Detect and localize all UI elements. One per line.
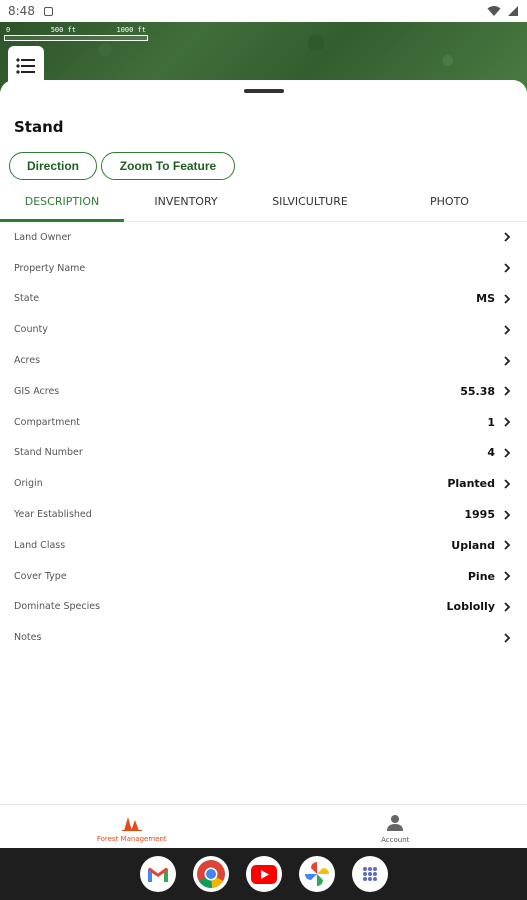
- nav-account[interactable]: Account: [264, 805, 527, 848]
- row-acres[interactable]: Acres: [0, 345, 527, 376]
- scale-label-start: 0: [6, 26, 11, 34]
- row-label: Property Name: [14, 262, 86, 274]
- chevron-right-icon: [504, 325, 511, 335]
- chevron-right-icon: [504, 479, 511, 489]
- chevron-right-icon: [504, 633, 511, 643]
- row-label: County: [14, 324, 48, 336]
- drag-handle[interactable]: [244, 89, 284, 93]
- row-value: MS: [476, 292, 495, 306]
- row-dominate-species[interactable]: Dominate Species Loblolly: [0, 592, 527, 623]
- row-label: Compartment: [14, 416, 81, 428]
- row-cover-type[interactable]: Cover Type Pine: [0, 561, 527, 592]
- row-year-established[interactable]: Year Established 1995: [0, 499, 527, 530]
- row-label: Land Class: [14, 539, 66, 551]
- wifi-icon: [487, 6, 501, 16]
- row-land-owner[interactable]: Land Owner: [0, 222, 527, 253]
- row-value: 1: [487, 415, 495, 429]
- row-label: Notes: [14, 632, 42, 644]
- row-value: 55.38: [460, 384, 495, 398]
- chevron-right-icon: [504, 448, 511, 458]
- chevron-right-icon: [504, 386, 511, 397]
- detail-tabs: DESCRIPTION INVENTORY SILVICULTURE PHOTO: [0, 188, 527, 222]
- row-notes[interactable]: Notes: [0, 622, 527, 653]
- tab-photo[interactable]: PHOTO: [372, 188, 527, 221]
- direction-button[interactable]: Direction: [9, 152, 97, 180]
- row-gis-acres[interactable]: GIS Acres 55.38: [0, 376, 527, 407]
- row-value: Planted: [447, 477, 495, 491]
- row-label: Stand Number: [14, 447, 83, 459]
- chevron-right-icon: [504, 571, 511, 581]
- scale-label-end: 1000 ft: [116, 26, 146, 34]
- youtube-icon[interactable]: [245, 856, 282, 892]
- bottom-navigation: Forest Management Account: [0, 804, 527, 848]
- row-value: 1995: [464, 508, 495, 522]
- row-land-class[interactable]: Land Class Upland: [0, 530, 527, 561]
- row-value: Pine: [467, 569, 495, 583]
- status-time: 8:48: [8, 4, 35, 18]
- tab-description[interactable]: DESCRIPTION: [0, 188, 124, 222]
- gmail-icon[interactable]: [139, 856, 176, 892]
- row-label: Cover Type: [14, 570, 67, 582]
- person-icon: [387, 814, 404, 831]
- row-label: Dominate Species: [14, 601, 101, 613]
- row-value: Upland: [451, 538, 495, 552]
- row-label: Year Established: [14, 509, 92, 521]
- chevron-right-icon: [504, 263, 511, 273]
- apps-icon[interactable]: [351, 856, 388, 892]
- app-dock: [0, 848, 527, 900]
- nav-label: Forest Management: [96, 834, 167, 843]
- tab-inventory[interactable]: INVENTORY: [124, 188, 248, 221]
- row-county[interactable]: County: [0, 314, 527, 345]
- tab-silviculture[interactable]: SILVICULTURE: [248, 188, 372, 221]
- row-label: Acres: [14, 355, 41, 367]
- chevron-right-icon: [504, 602, 511, 612]
- row-value: Loblolly: [446, 600, 495, 614]
- row-label: GIS Acres: [14, 385, 60, 397]
- chevron-right-icon: [504, 417, 511, 427]
- description-list: Land Owner Property Name State MS County …: [0, 222, 527, 653]
- scale-label-mid: 500 ft: [50, 26, 76, 34]
- row-origin[interactable]: Origin Planted: [0, 468, 527, 499]
- map-scale-bar: 0 500 ft 1000 ft: [4, 26, 148, 44]
- row-property-name[interactable]: Property Name: [0, 253, 527, 284]
- row-value: 4: [487, 446, 495, 460]
- photos-icon[interactable]: [298, 856, 335, 892]
- chevron-right-icon: [504, 294, 511, 304]
- zoom-to-feature-button[interactable]: Zoom To Feature: [101, 152, 235, 180]
- chevron-right-icon: [504, 540, 511, 550]
- row-state[interactable]: State MS: [0, 284, 527, 315]
- nav-forest-management[interactable]: Forest Management: [0, 805, 264, 848]
- row-label: State: [14, 293, 40, 305]
- battery-icon: [508, 6, 518, 16]
- sheet-title: Stand: [14, 118, 64, 136]
- chevron-right-icon: [504, 232, 511, 243]
- chrome-icon[interactable]: [192, 856, 229, 892]
- row-stand-number[interactable]: Stand Number 4: [0, 438, 527, 469]
- list-icon: [16, 58, 35, 74]
- forest-icon: [121, 816, 142, 831]
- row-label: Land Owner: [14, 231, 72, 243]
- row-compartment[interactable]: Compartment 1: [0, 407, 527, 438]
- row-label: Origin: [14, 478, 43, 490]
- status-bar: 8:48: [0, 0, 527, 22]
- stand-detail-sheet: Stand Direction Zoom To Feature DESCRIPT…: [0, 80, 527, 804]
- nav-label: Account: [381, 835, 410, 844]
- chevron-right-icon: [504, 355, 511, 366]
- chevron-right-icon: [504, 509, 511, 520]
- notification-icon: [43, 6, 53, 16]
